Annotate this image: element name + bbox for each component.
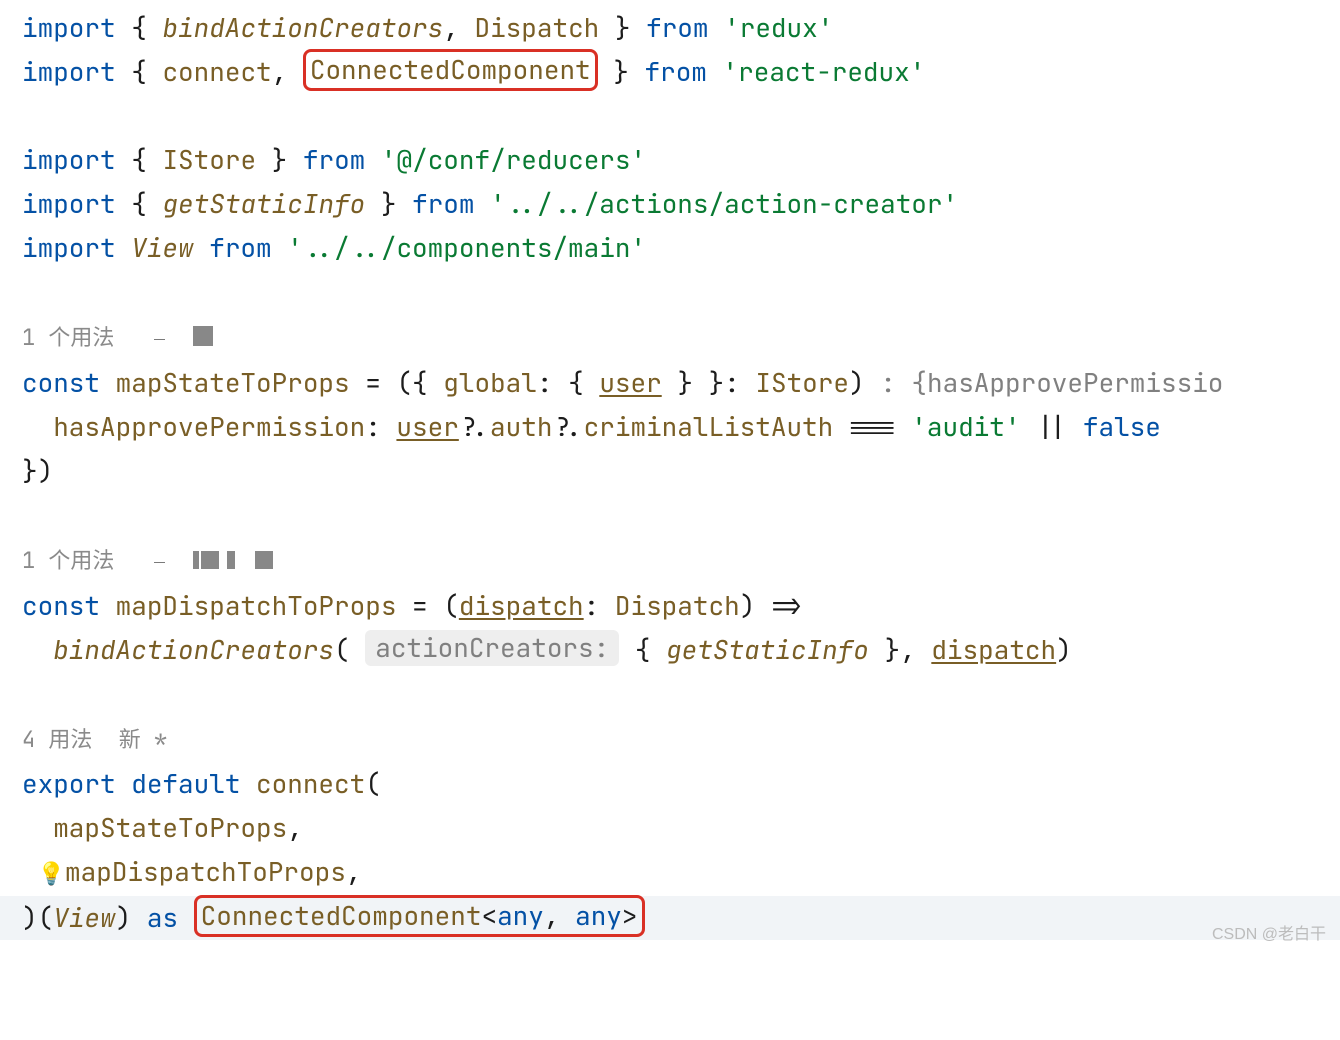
string-react-redux: 'react-redux' [723, 54, 926, 89]
code-line: const mapDispatchToProps = (dispatch: Di… [22, 588, 802, 623]
usages-hint[interactable]: 1 个用法 ⎯ [22, 323, 213, 352]
usages-hint[interactable]: 4 用法 新 * [22, 725, 167, 754]
vcs-author-icon: ⎯ [154, 323, 165, 352]
code-line: 💡mapDispatchToProps, [22, 854, 361, 889]
symbol-mapStateToProps: mapStateToProps [116, 365, 350, 400]
symbol-dispatch: dispatch [459, 588, 584, 623]
parameter-inlay-hint: actionCreators: [365, 630, 619, 666]
code-line: import View from '../../components/main' [22, 230, 646, 265]
blank-line [22, 676, 38, 711]
blank-line [22, 497, 38, 532]
symbol-getStaticInfo: getStaticInfo [162, 186, 365, 221]
code-line: import { connect, ConnectedComponent } f… [22, 54, 925, 89]
watermark-text: CSDN @老白干 [1212, 920, 1326, 944]
author-avatar-icon [191, 317, 213, 361]
kw-import: import [22, 10, 116, 45]
symbol-bindActionCreators: bindActionCreators [162, 10, 443, 45]
symbol-connect: connect [162, 54, 271, 89]
code-line: import { IStore } from '@/conf/reducers' [22, 142, 646, 177]
blank-line [22, 98, 38, 133]
highlight-box-cast: ConnectedComponent<any, any> [194, 895, 645, 937]
code-line: hasApprovePermission: user?.auth?.crimin… [22, 409, 1161, 444]
blank-line [22, 274, 38, 309]
vcs-author-icon: ⎯ [154, 546, 165, 575]
code-line: bindActionCreators( actionCreators: { ge… [22, 632, 1072, 667]
code-line: mapStateToProps, [22, 810, 303, 845]
code-line: const mapStateToProps = ({ global: { use… [22, 365, 1223, 400]
usages-hint[interactable]: 1 个用法 ⎯ [22, 546, 273, 575]
author-avatar-icon [191, 540, 272, 584]
code-line: import { getStaticInfo } from '../../act… [22, 186, 958, 221]
code-line: export default connect( [22, 766, 381, 801]
highlight-box-connectedcomponent: ConnectedComponent [303, 49, 598, 91]
highlighted-line: )(View) as ConnectedComponent<any, any> [0, 896, 1340, 940]
symbol-View: View [131, 230, 193, 265]
symbol-IStore: IStore [162, 142, 256, 177]
symbol-Dispatch: Dispatch [474, 10, 599, 45]
intention-bulb-icon[interactable]: 💡 [38, 859, 65, 888]
code-editor[interactable]: import { bindActionCreators, Dispatch } … [0, 0, 1340, 940]
type-inlay-hint: : {hasApprovePermissio [865, 365, 1224, 400]
symbol-user: user [599, 365, 661, 400]
string-redux: 'redux' [724, 10, 833, 45]
symbol-mapDispatchToProps: mapDispatchToProps [116, 588, 397, 623]
code-line: }) [22, 453, 53, 488]
code-line: import { bindActionCreators, Dispatch } … [22, 10, 833, 45]
